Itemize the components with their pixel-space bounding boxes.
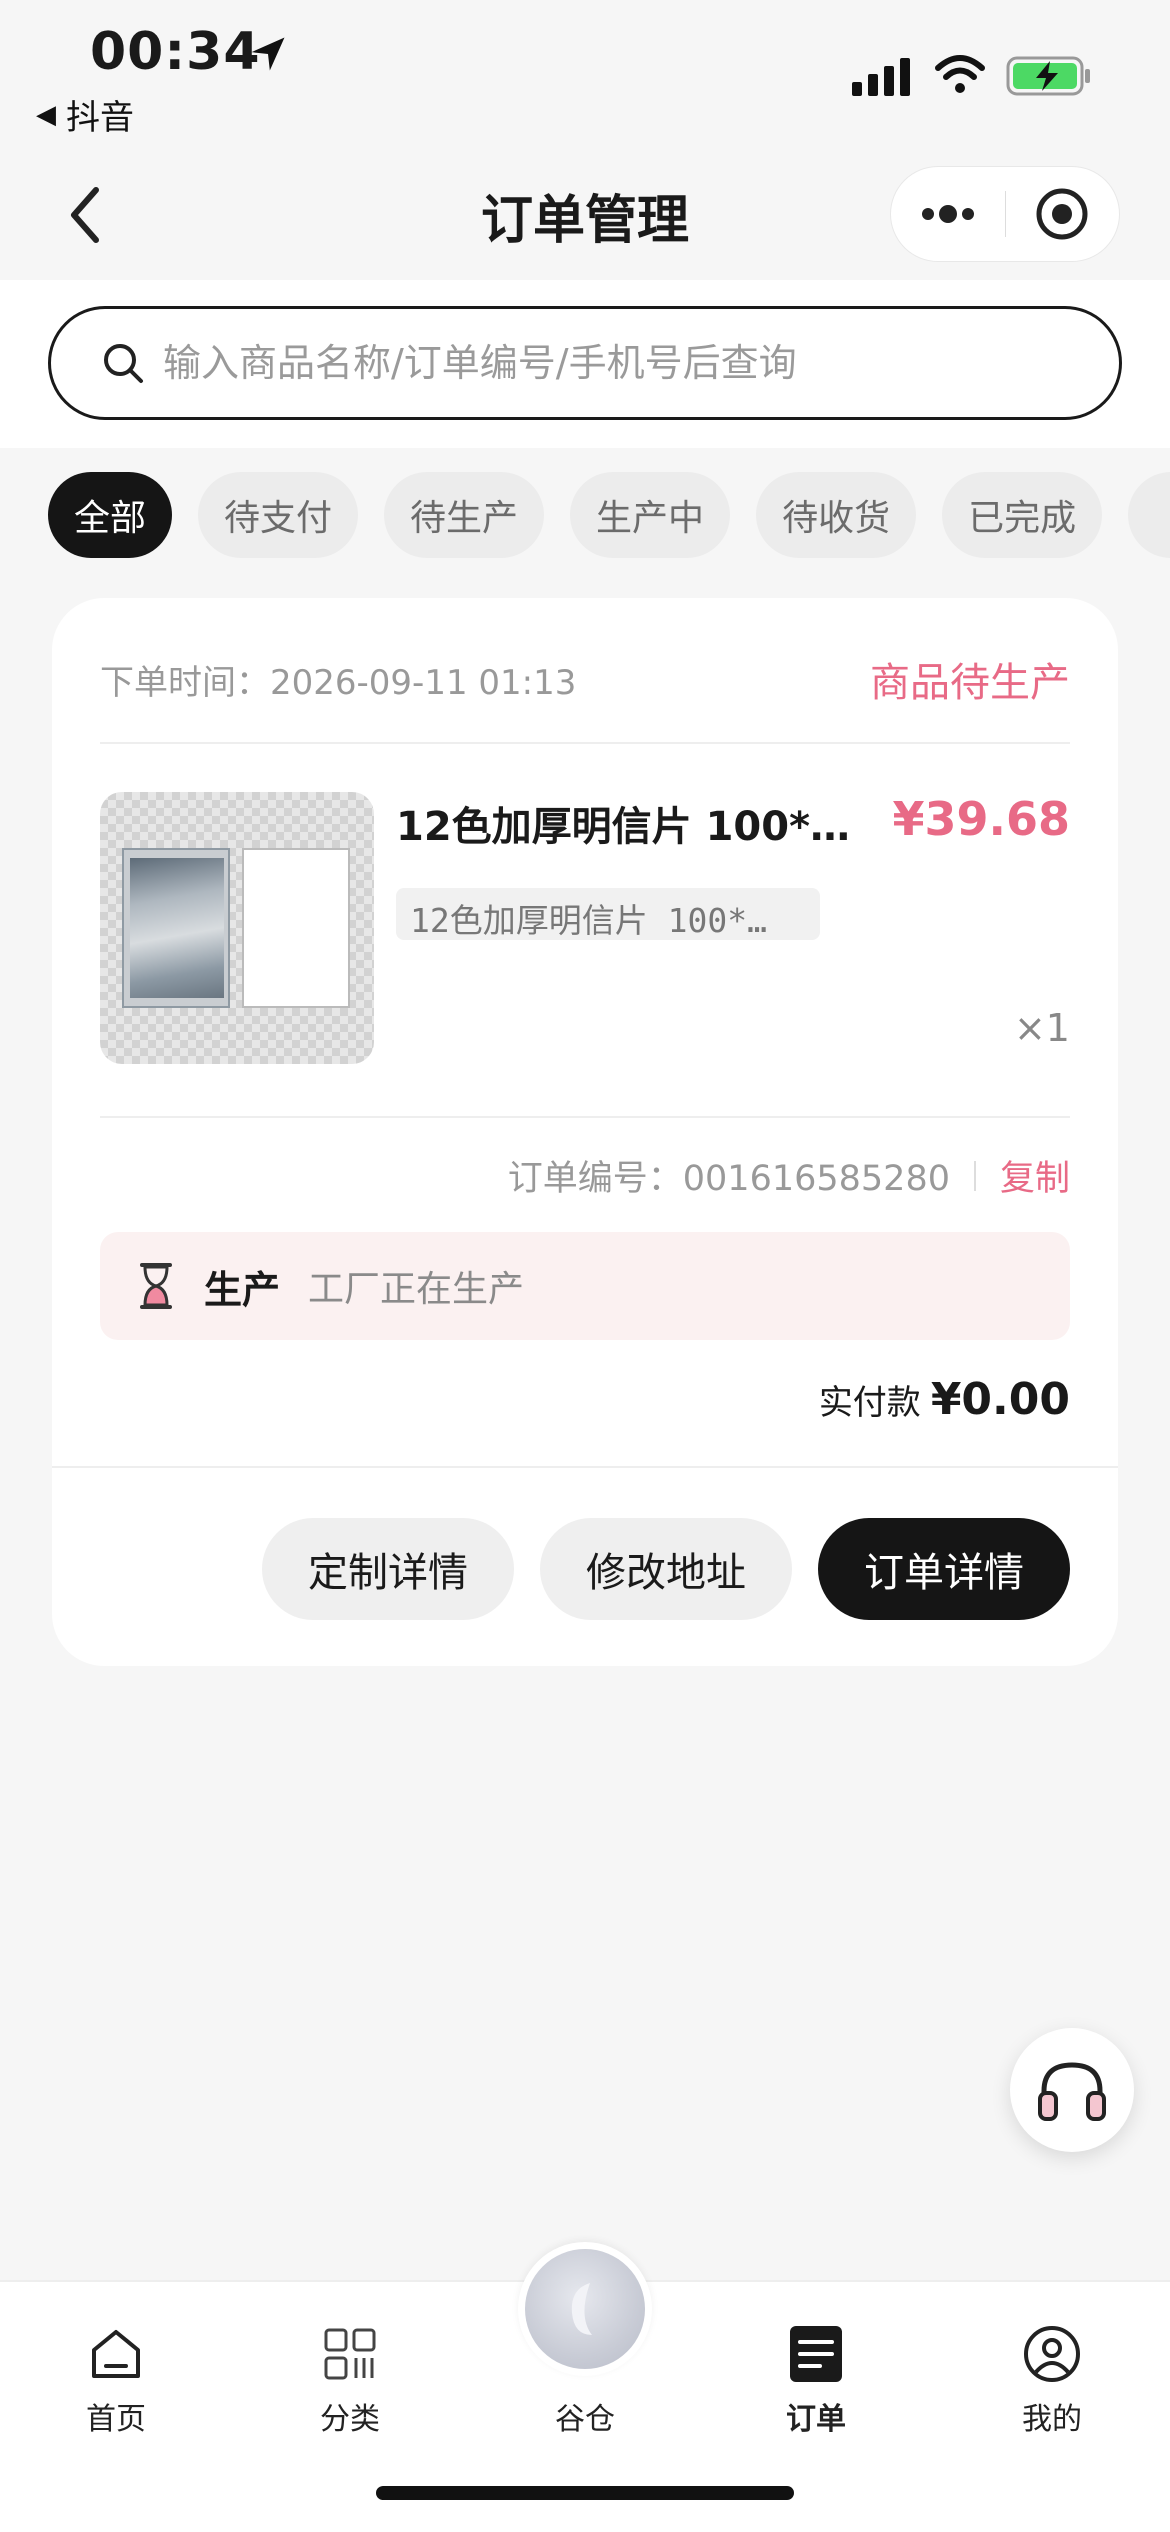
order-header: 下单时间：2026-09-11 01:13 商品待生产 — [100, 650, 1070, 708]
cellular-signal-icon — [852, 58, 910, 96]
orders-document-icon — [790, 2326, 842, 2382]
tabbar-home-label: 首页 — [86, 2402, 146, 2437]
tabbar-mine[interactable]: 我的 — [962, 2324, 1142, 2438]
search-box[interactable] — [48, 306, 1122, 420]
miniapp-capsule — [890, 166, 1120, 262]
progress-stage: 生产 — [204, 1267, 281, 1312]
tabbar-orders-label: 订单 — [786, 2402, 846, 2437]
product-quantity: ×1 — [1013, 1006, 1070, 1050]
tab-all[interactable]: 全部 — [48, 472, 173, 558]
tab-truncated[interactable]: 已 — [1128, 472, 1170, 558]
order-status-tabs: 全部 待支付 待生产 生产中 待收货 已完成 已 — [48, 472, 1170, 558]
product-spec: 12色加厚明信片 100*… — [396, 888, 820, 940]
back-triangle-icon: ◀ — [36, 99, 56, 130]
divider — [100, 1116, 1070, 1118]
search-icon — [104, 344, 143, 383]
wifi-icon — [935, 55, 985, 93]
hourglass-icon — [140, 1263, 172, 1309]
divider — [52, 1466, 1118, 1468]
tab-completed[interactable]: 已完成 — [942, 472, 1103, 558]
tab-pending-payment[interactable]: 待支付 — [198, 472, 359, 558]
product-price: ¥39.68 — [892, 792, 1070, 846]
home-icon — [92, 2330, 140, 2378]
order-number: 订单编号：001616585280 — [507, 1159, 950, 1199]
tabbar-mine-label: 我的 — [1022, 2402, 1082, 2437]
search-input[interactable] — [163, 341, 1023, 385]
battery-charging-icon — [1006, 56, 1090, 96]
headset-icon — [1038, 2062, 1106, 2121]
category-grid-icon — [324, 2328, 376, 2380]
order-status: 商品待生产 — [870, 660, 1070, 706]
status-bar: 00:34 ◀ 抖音 — [0, 0, 1170, 150]
tab-pending-receipt[interactable]: 待收货 — [756, 472, 917, 558]
home-indicator — [376, 2486, 794, 2500]
tabbar-center-label: 谷仓 — [555, 2402, 615, 2437]
profile-icon — [1024, 2326, 1080, 2382]
product-thumbnail[interactable] — [100, 792, 374, 1064]
paid-amount: ¥0.00 — [930, 1374, 1070, 1425]
tab-pending-production[interactable]: 待生产 — [384, 472, 545, 558]
status-time: 00:34 — [90, 22, 261, 82]
tabbar-center-button[interactable] — [518, 2242, 652, 2376]
more-button[interactable] — [891, 166, 1005, 262]
postcard-front-image — [122, 848, 230, 1008]
order-time: 下单时间：2026-09-11 01:13 — [100, 662, 577, 703]
custom-details-button[interactable]: 定制详情 — [262, 1518, 514, 1620]
copy-button[interactable]: 复制 — [1000, 1150, 1070, 1201]
back-app-label: 抖音 — [66, 98, 134, 138]
navigation-bar: 订单管理 — [0, 150, 1170, 280]
paid-label: 实付款 — [818, 1383, 921, 1423]
customer-service-button[interactable] — [1010, 2028, 1134, 2152]
order-management-page: 00:34 ◀ 抖音 订单管理 输入商品名称/订单编号/手机号后查询 全部 待支… — [0, 0, 1170, 2532]
progress-description: 工厂正在生产 — [308, 1269, 525, 1310]
order-card: 下单时间：2026-09-11 01:13 商品待生产 12色加厚明信片 100… — [52, 598, 1118, 1666]
product-title[interactable]: 12色加厚明信片 100*1... — [396, 794, 866, 852]
location-arrow-icon — [251, 37, 285, 71]
tab-in-production[interactable]: 生产中 — [570, 472, 731, 558]
modify-address-button[interactable]: 修改地址 — [540, 1518, 792, 1620]
postcard-back-image — [242, 848, 350, 1008]
back-to-app[interactable]: ◀ 抖音 — [36, 90, 134, 139]
search-section — [0, 280, 1170, 448]
order-actions: 定制详情 修改地址 订单详情 — [262, 1518, 1070, 1620]
tabbar-home[interactable]: 首页 — [26, 2324, 206, 2438]
target-circle-icon — [1036, 188, 1088, 240]
tabbar-category-label: 分类 — [320, 2402, 380, 2437]
more-dots-icon — [921, 205, 974, 223]
close-miniapp-button[interactable] — [1005, 166, 1119, 262]
production-progress[interactable]: 生产 工厂正在生产 — [100, 1232, 1070, 1340]
order-details-button[interactable]: 订单详情 — [818, 1518, 1070, 1620]
center-disc-icon — [525, 2249, 645, 2369]
divider — [100, 742, 1070, 744]
tabbar-orders[interactable]: 订单 — [726, 2324, 906, 2438]
paid-amount-row: 实付款 ¥0.00 — [819, 1374, 1070, 1425]
separator — [973, 1160, 976, 1191]
tabbar-category[interactable]: 分类 — [260, 2324, 440, 2438]
order-number-row: 订单编号：001616585280 复制 — [508, 1150, 1070, 1201]
